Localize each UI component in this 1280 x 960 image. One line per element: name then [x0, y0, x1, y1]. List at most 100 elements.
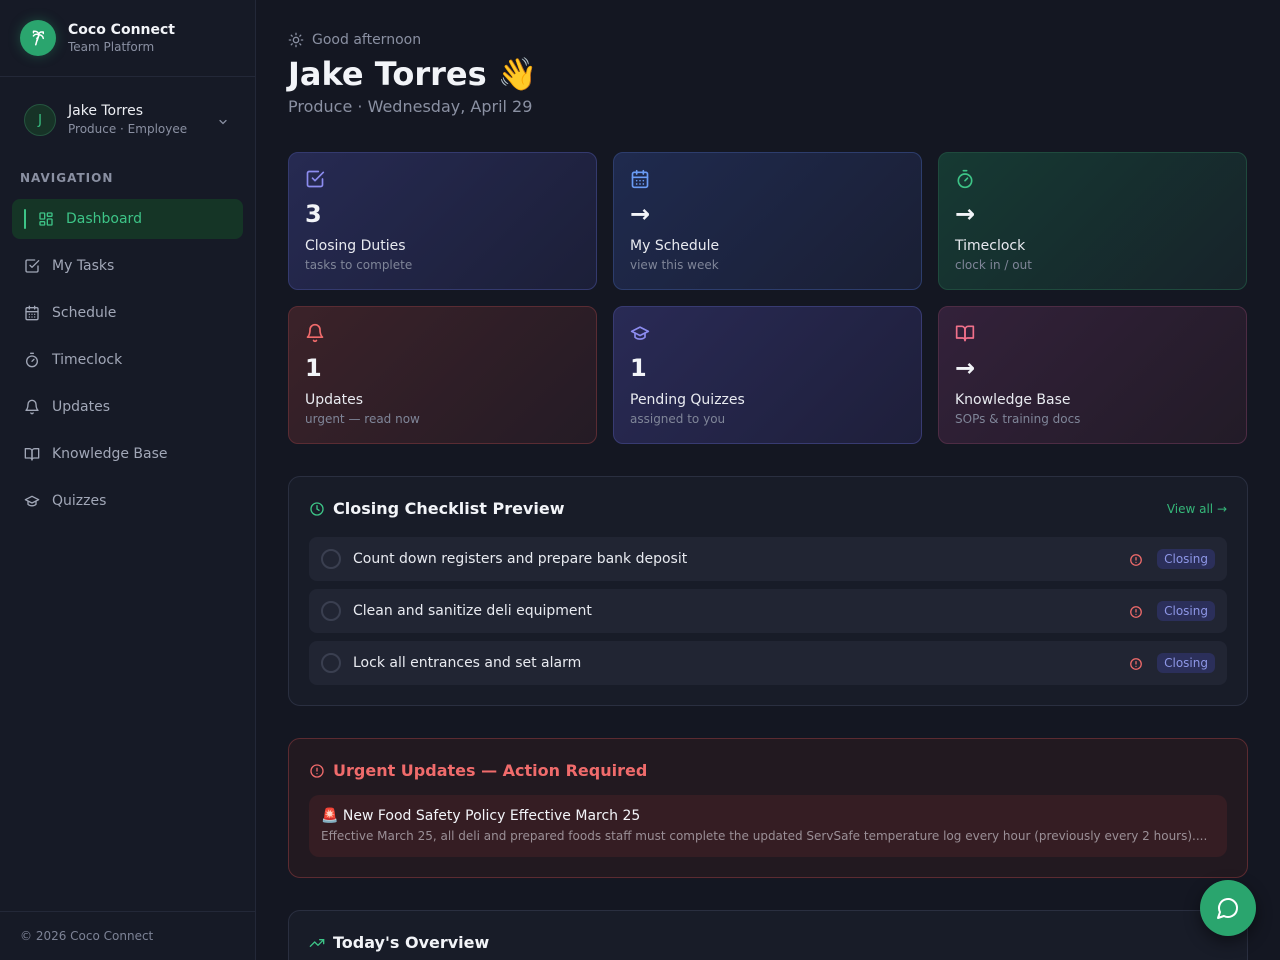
- sidebar-item-label: Timeclock: [52, 352, 123, 368]
- chat-button[interactable]: [1200, 880, 1256, 936]
- card-label: Timeclock: [955, 238, 1026, 254]
- card-sub: assigned to you: [630, 412, 726, 426]
- alert-circle-icon: [1129, 604, 1143, 623]
- status-badge: Closing: [1157, 549, 1215, 569]
- card-sub: view this week: [630, 258, 719, 272]
- task-text: Count down registers and prepare bank de…: [353, 551, 688, 567]
- alert-circle-icon: [1129, 656, 1143, 675]
- card-sub: tasks to complete: [305, 258, 413, 272]
- greeting-text: Good afternoon: [312, 32, 422, 48]
- brand-subtitle: Team Platform: [68, 40, 155, 54]
- task-checkbox[interactable]: [321, 549, 341, 569]
- sidebar-item-label: Dashboard: [66, 211, 142, 227]
- palm-tree-logo-icon: [20, 20, 56, 56]
- card-timeclock[interactable]: → Timeclock clock in / out: [938, 152, 1247, 290]
- sidebar-footer: © 2026 Coco Connect: [0, 911, 255, 960]
- checkbox-icon: [24, 258, 40, 274]
- card-label: My Schedule: [630, 238, 720, 254]
- stopwatch-icon: [955, 169, 975, 189]
- card-value: 1: [305, 354, 322, 382]
- chat-bubble-icon: [1217, 898, 1238, 919]
- brand: Coco Connect Team Platform: [0, 0, 255, 77]
- quick-cards: 3 Closing Duties tasks to complete → My …: [288, 152, 1248, 444]
- sidebar-item-updates[interactable]: Updates: [12, 387, 243, 427]
- urgent-updates-panel: Urgent Updates — Action Required 🚨 New F…: [288, 738, 1248, 878]
- book-icon: [24, 446, 40, 462]
- list-item: Count down registers and prepare bank de…: [309, 537, 1227, 581]
- card-label: Updates: [305, 392, 363, 408]
- user-switcher[interactable]: J Jake Torres Produce · Employee: [0, 77, 255, 163]
- sidebar: Coco Connect Team Platform J Jake Torres…: [0, 0, 256, 960]
- task-text: Clean and sanitize deli equipment: [353, 603, 592, 619]
- nav: Dashboard My Tasks Schedule Timeclock Up…: [0, 199, 255, 521]
- sidebar-item-knowledge-base[interactable]: Knowledge Base: [12, 434, 243, 474]
- page-subtitle: Produce · Wednesday, April 29: [288, 97, 533, 116]
- graduation-cap-icon: [24, 493, 40, 509]
- view-all-link[interactable]: View all →: [1167, 502, 1227, 516]
- panel-title: Today's Overview: [333, 933, 490, 952]
- bell-icon: [24, 399, 40, 415]
- bell-icon: [305, 323, 325, 343]
- card-my-schedule[interactable]: → My Schedule view this week: [613, 152, 922, 290]
- user-name: Jake Torres: [68, 103, 143, 119]
- card-knowledge-base[interactable]: → Knowledge Base SOPs & training docs: [938, 306, 1247, 444]
- status-badge: Closing: [1157, 653, 1215, 673]
- closing-checklist-panel: Closing Checklist Preview View all → Cou…: [288, 476, 1248, 706]
- update-preview: Effective March 25, all deli and prepare…: [321, 829, 1208, 843]
- alert-circle-icon: [310, 763, 324, 778]
- sidebar-item-label: Knowledge Base: [52, 446, 168, 462]
- card-value: 1: [630, 354, 647, 382]
- sidebar-item-quizzes[interactable]: Quizzes: [12, 481, 243, 521]
- card-label: Knowledge Base: [955, 392, 1071, 408]
- nav-heading: NAVIGATION: [20, 171, 114, 185]
- update-title: 🚨 New Food Safety Policy Effective March…: [321, 808, 641, 824]
- sidebar-item-label: Updates: [52, 399, 110, 415]
- status-badge: Closing: [1157, 601, 1215, 621]
- card-label: Closing Duties: [305, 238, 406, 254]
- panel-title: Urgent Updates — Action Required: [333, 761, 648, 780]
- sun-icon: [288, 32, 304, 48]
- list-item: Clean and sanitize deli equipment Closin…: [309, 589, 1227, 633]
- alert-circle-icon: [1129, 552, 1143, 571]
- card-pending-quizzes[interactable]: 1 Pending Quizzes assigned to you: [613, 306, 922, 444]
- dashboard-icon: [38, 211, 54, 227]
- sidebar-item-schedule[interactable]: Schedule: [12, 293, 243, 333]
- checklist: Count down registers and prepare bank de…: [309, 537, 1227, 693]
- card-value: →: [955, 200, 976, 228]
- task-checkbox[interactable]: [321, 653, 341, 673]
- greeting: Good afternoon: [288, 32, 421, 48]
- checkbox-icon: [305, 169, 325, 189]
- task-text: Lock all entrances and set alarm: [353, 655, 582, 671]
- card-updates[interactable]: 1 Updates urgent — read now: [288, 306, 597, 444]
- card-label: Pending Quizzes: [630, 392, 745, 408]
- avatar: J: [24, 104, 56, 136]
- calendar-icon: [24, 305, 40, 321]
- stopwatch-icon: [24, 352, 40, 368]
- card-value: →: [630, 200, 651, 228]
- user-role: Produce · Employee: [68, 122, 188, 136]
- sidebar-item-my-tasks[interactable]: My Tasks: [12, 246, 243, 286]
- sidebar-item-dashboard[interactable]: Dashboard: [12, 199, 243, 239]
- urgent-update-item[interactable]: 🚨 New Food Safety Policy Effective March…: [309, 795, 1227, 857]
- panel-title: Closing Checklist Preview: [333, 499, 565, 518]
- sidebar-item-label: My Tasks: [52, 258, 115, 274]
- todays-overview-panel: Today's Overview: [288, 910, 1248, 960]
- card-closing-duties[interactable]: 3 Closing Duties tasks to complete: [288, 152, 597, 290]
- sidebar-item-label: Schedule: [52, 305, 117, 321]
- card-sub: SOPs & training docs: [955, 412, 1081, 426]
- sidebar-item-timeclock[interactable]: Timeclock: [12, 340, 243, 380]
- task-checkbox[interactable]: [321, 601, 341, 621]
- graduation-cap-icon: [630, 323, 650, 343]
- sidebar-item-label: Quizzes: [52, 493, 107, 509]
- card-sub: urgent — read now: [305, 412, 420, 426]
- chevron-down-icon[interactable]: [217, 113, 229, 132]
- book-icon: [955, 323, 975, 343]
- clock-icon: [310, 501, 324, 516]
- card-value: →: [955, 354, 976, 382]
- page-title: Jake Torres 👋: [288, 55, 538, 93]
- trending-up-icon: [309, 938, 325, 947]
- card-value: 3: [305, 200, 322, 228]
- list-item: Lock all entrances and set alarm Closing: [309, 641, 1227, 685]
- calendar-icon: [630, 169, 650, 189]
- brand-title: Coco Connect: [68, 22, 175, 38]
